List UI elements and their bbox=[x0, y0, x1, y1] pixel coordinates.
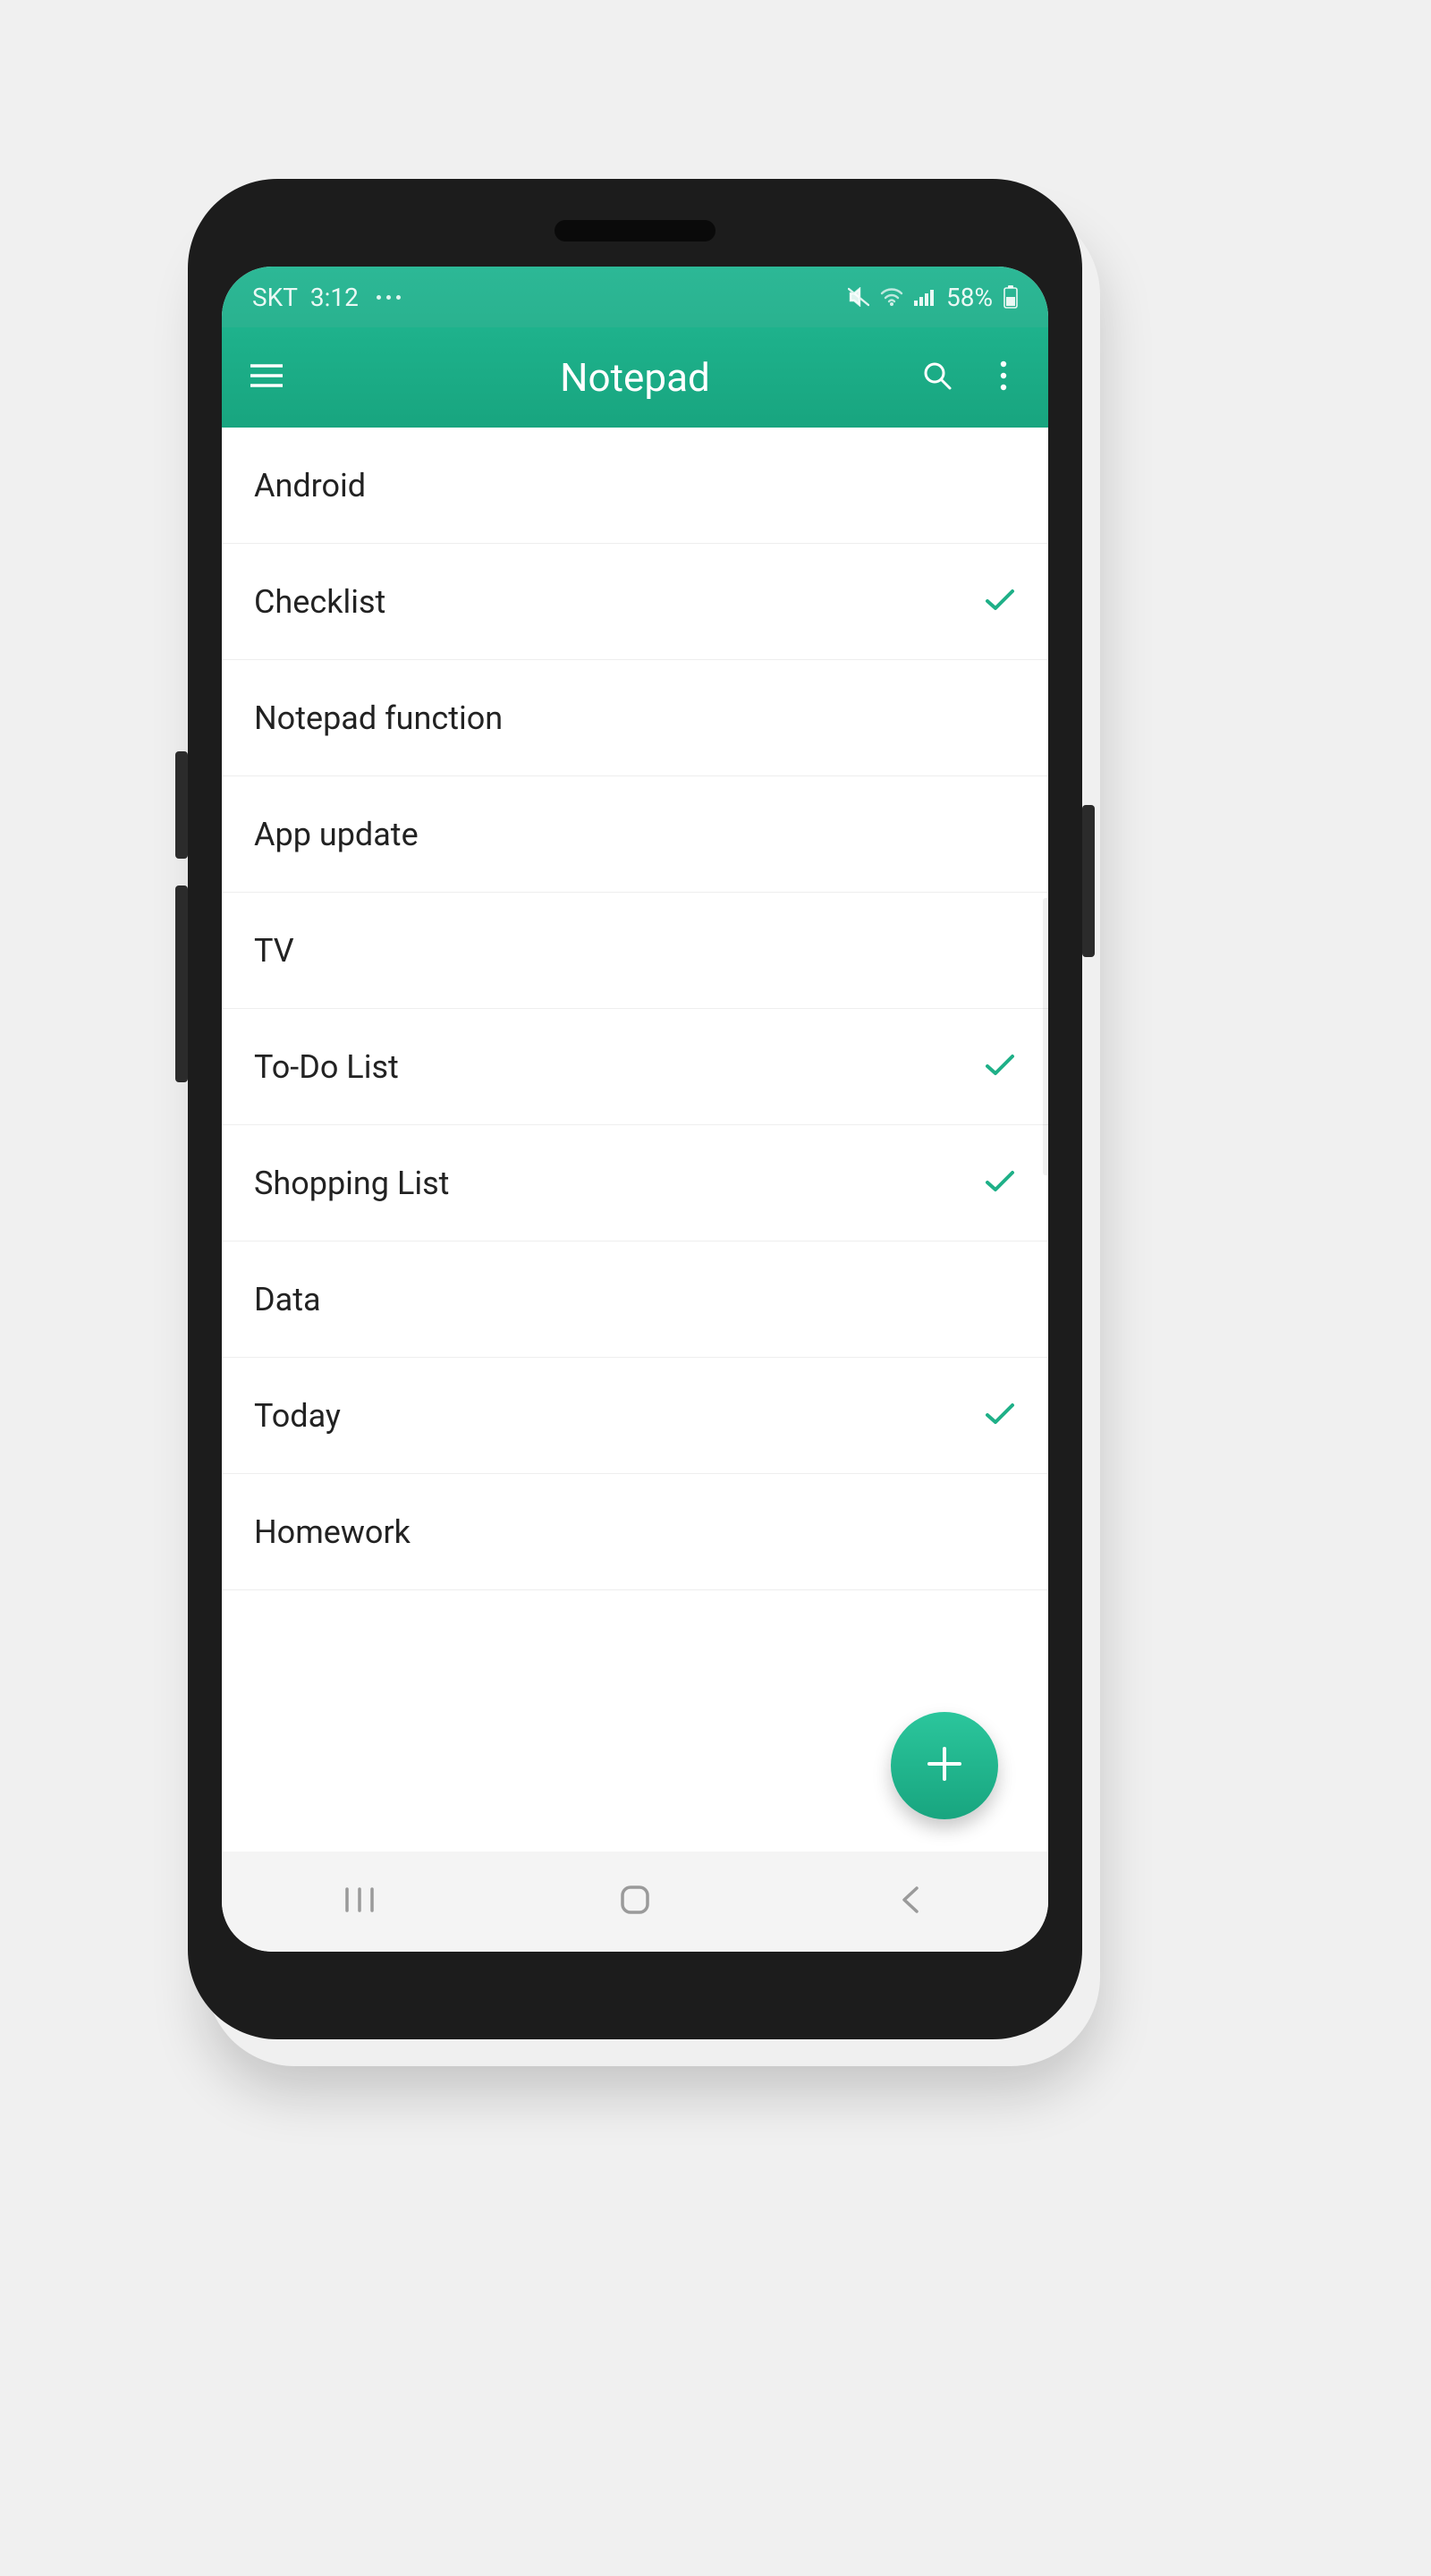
more-notifications-icon bbox=[377, 295, 401, 300]
power-button bbox=[1082, 805, 1095, 957]
note-row[interactable]: App update bbox=[222, 776, 1048, 893]
recents-icon bbox=[342, 1885, 377, 1918]
screen: SKT 3:12 58% bbox=[222, 267, 1048, 1952]
note-title: Checklist bbox=[254, 583, 984, 621]
wifi-icon bbox=[880, 288, 903, 306]
checkmark-icon bbox=[984, 1397, 1016, 1435]
mute-icon bbox=[848, 287, 869, 307]
checkmark-icon bbox=[984, 1048, 1016, 1086]
note-title: App update bbox=[254, 816, 1016, 853]
volume-button-2 bbox=[175, 886, 188, 1082]
speaker-notch bbox=[555, 220, 716, 242]
volume-button-1 bbox=[175, 751, 188, 859]
scroll-indicator[interactable] bbox=[1043, 898, 1048, 1175]
more-vert-icon bbox=[1000, 360, 1007, 394]
note-list[interactable]: Android Checklist Notepad function App upda… bbox=[222, 428, 1048, 1852]
checkmark-icon bbox=[984, 1165, 1016, 1202]
system-nav-bar bbox=[222, 1852, 1048, 1952]
search-button[interactable] bbox=[919, 360, 955, 395]
note-row[interactable]: Today bbox=[222, 1358, 1048, 1474]
note-row[interactable]: Notepad function bbox=[222, 660, 1048, 776]
hamburger-icon bbox=[250, 363, 283, 392]
home-button[interactable] bbox=[608, 1882, 662, 1921]
overflow-button[interactable] bbox=[986, 360, 1021, 395]
back-button[interactable] bbox=[884, 1882, 937, 1921]
checkmark-icon bbox=[984, 583, 1016, 621]
battery-pct-label: 58% bbox=[946, 283, 993, 312]
signal-icon bbox=[914, 288, 936, 306]
home-icon bbox=[618, 1883, 652, 1920]
note-row[interactable]: Shopping List bbox=[222, 1125, 1048, 1241]
note-row[interactable]: TV bbox=[222, 893, 1048, 1009]
carrier-label: SKT bbox=[252, 283, 298, 312]
note-title: Shopping List bbox=[254, 1165, 984, 1202]
note-title: To-Do List bbox=[254, 1048, 984, 1086]
back-icon bbox=[899, 1885, 922, 1919]
note-title: Today bbox=[254, 1397, 984, 1435]
note-title: TV bbox=[254, 932, 1016, 970]
note-row[interactable]: Checklist bbox=[222, 544, 1048, 660]
note-row[interactable]: Homework bbox=[222, 1474, 1048, 1590]
note-row[interactable]: To-Do List bbox=[222, 1009, 1048, 1125]
phone-frame: SKT 3:12 58% bbox=[188, 179, 1082, 2039]
recents-button[interactable] bbox=[333, 1882, 386, 1921]
search-icon bbox=[922, 360, 953, 394]
note-title: Homework bbox=[254, 1513, 1016, 1551]
note-row[interactable]: Data bbox=[222, 1241, 1048, 1358]
plus-icon bbox=[922, 1741, 967, 1790]
menu-button[interactable] bbox=[249, 360, 284, 395]
add-note-fab[interactable] bbox=[891, 1712, 998, 1819]
status-bar: SKT 3:12 58% bbox=[222, 267, 1048, 327]
note-title: Data bbox=[254, 1281, 1016, 1318]
clock-label: 3:12 bbox=[310, 283, 359, 312]
note-row[interactable]: Android bbox=[222, 428, 1048, 544]
note-title: Notepad function bbox=[254, 699, 1016, 737]
battery-icon bbox=[1003, 285, 1018, 309]
note-title: Android bbox=[254, 467, 1016, 504]
app-bar: Notepad bbox=[222, 327, 1048, 428]
